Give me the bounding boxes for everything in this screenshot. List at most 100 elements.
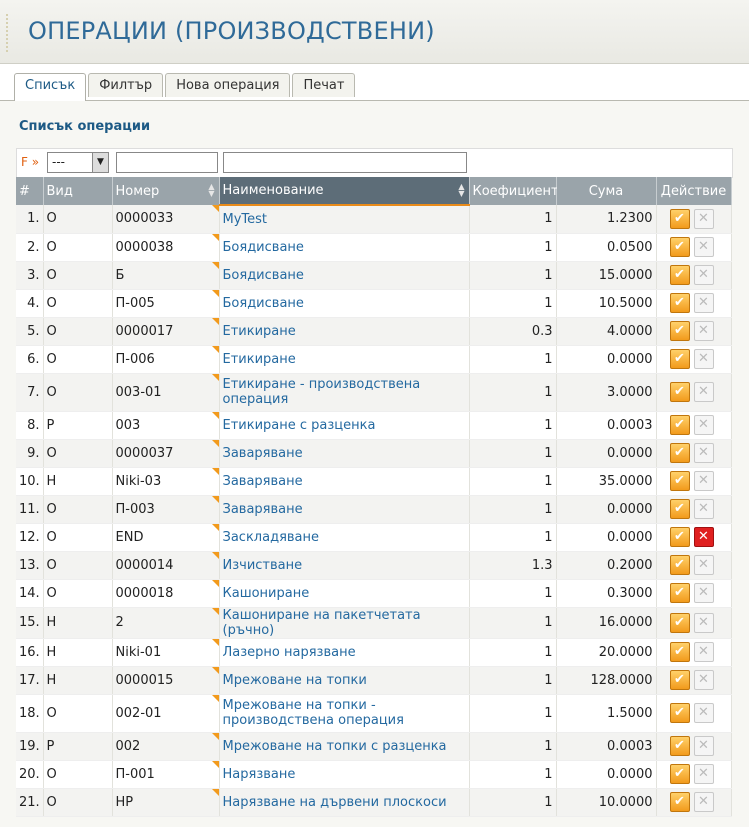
row-coef: 1 xyxy=(469,694,557,733)
operation-name-link[interactable]: Заскладяване xyxy=(223,530,320,545)
col-header-coef[interactable]: Коефициент xyxy=(469,177,559,205)
edit-check-icon[interactable]: ✔ xyxy=(669,642,690,662)
sort-arrows-icon[interactable]: ▲ ▼ xyxy=(458,183,464,198)
operation-name-link[interactable]: Кашониране xyxy=(223,586,310,601)
edit-check-icon[interactable]: ✔ xyxy=(669,293,690,313)
operation-name-link[interactable]: Боядисване xyxy=(223,268,304,283)
edit-check-icon[interactable]: ✔ xyxy=(669,555,690,575)
row-number: 003-01 xyxy=(112,373,220,412)
edit-check-icon[interactable]: ✔ xyxy=(669,764,690,784)
edit-check-icon[interactable]: ✔ xyxy=(669,499,690,519)
operation-name-link[interactable]: Лазерно нарязване xyxy=(223,645,356,660)
delete-x-icon[interactable]: ✕ xyxy=(693,499,714,519)
delete-x-icon[interactable]: ✕ xyxy=(693,415,714,435)
delete-x-icon[interactable]: ✕ xyxy=(693,293,714,313)
tab-print[interactable]: Печат xyxy=(292,73,356,97)
edit-check-icon[interactable]: ✔ xyxy=(669,415,690,435)
edit-check-icon[interactable]: ✔ xyxy=(669,471,690,491)
delete-x-icon[interactable]: ✕ xyxy=(693,792,714,812)
col-header-sum[interactable]: Сума xyxy=(556,177,657,205)
edit-check-icon[interactable]: ✔ xyxy=(669,237,690,257)
operation-name-link[interactable]: Етикиране xyxy=(223,324,296,339)
delete-x-icon[interactable]: ✕ xyxy=(693,642,714,662)
row-sum: 35.0000 xyxy=(556,467,657,496)
operation-name-link[interactable]: Заваряване xyxy=(223,446,303,461)
edit-check-icon[interactable]: ✔ xyxy=(669,792,690,812)
operation-name-link[interactable]: Нарязване xyxy=(223,767,296,782)
delete-x-icon[interactable]: ✕ xyxy=(693,471,714,491)
tab-list[interactable]: Списък xyxy=(14,73,87,101)
edit-check-icon[interactable]: ✔ xyxy=(669,382,690,402)
col-header-type[interactable]: Вид xyxy=(43,177,113,205)
operation-name-link[interactable]: Нарязване на дървени плоскоси xyxy=(223,795,447,810)
delete-x-icon[interactable]: ✕ xyxy=(693,265,714,285)
type-filter-select[interactable]: --- ▼ xyxy=(47,152,109,173)
row-index: 11. xyxy=(16,495,44,524)
operation-name-link[interactable]: Изчистване xyxy=(223,558,303,573)
tab-filter[interactable]: Филтър xyxy=(88,73,164,97)
operation-name-link[interactable]: Боядисване xyxy=(223,296,304,311)
row-type: Р xyxy=(43,732,113,761)
delete-x-icon[interactable]: ✕ xyxy=(693,703,714,723)
operation-name-link[interactable]: Мрежоване на топки - производствена опер… xyxy=(223,698,404,728)
table-row: 20. О П-001 Нарязване 1 0.0000 ✔ ✕ xyxy=(16,760,732,789)
table-row: 7. О 003-01 Етикиране - производствена опер… xyxy=(16,373,732,412)
row-index: 8. xyxy=(16,411,44,440)
row-name: Заскладяване xyxy=(219,523,470,552)
table-row: 16. Н Niki-01 Лазерно нарязване 1 20.0000 ✔ ✕ xyxy=(16,638,732,667)
row-index: 20. xyxy=(16,760,44,789)
delete-x-icon[interactable]: ✕ xyxy=(693,443,714,463)
operation-name-link[interactable]: Заваряване xyxy=(223,502,303,517)
delete-x-icon[interactable]: ✕ xyxy=(693,670,714,690)
edit-check-icon[interactable]: ✔ xyxy=(669,736,690,756)
operation-name-link[interactable]: Етикиране с разценка xyxy=(223,418,376,433)
operation-name-link[interactable]: Етикиране - производствена операция xyxy=(223,377,421,407)
delete-x-icon[interactable]: ✕ xyxy=(693,237,714,257)
col-header-name[interactable]: Наименование ▲ ▼ xyxy=(219,177,470,206)
operation-name-link[interactable]: Боядисване xyxy=(223,240,304,255)
row-sum: 0.0000 xyxy=(556,760,657,789)
edit-check-icon[interactable]: ✔ xyxy=(669,583,690,603)
operation-name-link[interactable]: MyTest xyxy=(223,212,268,227)
chevron-down-icon[interactable]: ▼ xyxy=(92,153,108,172)
delete-x-icon[interactable]: ✕ xyxy=(693,349,714,369)
edit-check-icon[interactable]: ✔ xyxy=(669,349,690,369)
delete-x-icon[interactable]: ✕ xyxy=(693,764,714,784)
operation-name-link[interactable]: Етикиране xyxy=(223,352,296,367)
operation-name-link[interactable]: Кашониране на пакетчетата (ръчно) xyxy=(223,608,421,638)
delete-x-icon[interactable]: ✕ xyxy=(693,321,714,341)
delete-x-icon[interactable]: ✕ xyxy=(693,382,714,402)
edit-check-icon[interactable]: ✔ xyxy=(669,321,690,341)
edit-check-icon[interactable]: ✔ xyxy=(669,612,690,633)
name-filter-input[interactable] xyxy=(223,152,467,173)
tab-new-operation[interactable]: Нова операция xyxy=(165,73,291,97)
row-sum: 0.0000 xyxy=(556,439,657,468)
delete-x-icon[interactable]: ✕ xyxy=(693,583,714,603)
edit-check-icon[interactable]: ✔ xyxy=(669,703,690,723)
row-number: 0000017 xyxy=(112,317,220,346)
row-name: Изчистване xyxy=(219,551,470,580)
operation-name-link[interactable]: Мрежоване на топки с разценка xyxy=(223,739,447,754)
delete-x-icon[interactable]: ✕ xyxy=(693,208,714,229)
delete-x-icon[interactable]: ✕ xyxy=(693,612,714,633)
edit-check-icon[interactable]: ✔ xyxy=(669,265,690,285)
delete-x-icon[interactable]: ✕ xyxy=(693,555,714,575)
operation-name-link[interactable]: Заваряване xyxy=(223,474,303,489)
delete-x-icon[interactable]: ✕ xyxy=(693,527,714,547)
col-header-number[interactable]: Номер ▲ ▼ xyxy=(112,177,220,205)
sort-arrows-icon[interactable]: ▲ ▼ xyxy=(208,183,214,198)
operation-name-link[interactable]: Мрежоване на топки xyxy=(223,673,367,688)
number-filter-input[interactable] xyxy=(116,152,218,173)
table-row: 6. О П-006 Етикиране 1 0.0000 ✔ ✕ xyxy=(16,345,732,374)
edit-check-icon[interactable]: ✔ xyxy=(669,208,690,229)
edit-check-icon[interactable]: ✔ xyxy=(669,443,690,463)
edit-check-icon[interactable]: ✔ xyxy=(669,670,690,690)
row-type: О xyxy=(43,345,113,374)
row-coef: 1 xyxy=(469,411,557,440)
row-number: П-005 xyxy=(112,289,220,318)
table-row: 1. О 0000033 MyTest 1 1.2300 ✔ ✕ xyxy=(16,205,732,234)
row-actions: ✔ ✕ xyxy=(656,732,732,761)
edit-check-icon[interactable]: ✔ xyxy=(669,527,690,547)
row-index: 5. xyxy=(16,317,44,346)
delete-x-icon[interactable]: ✕ xyxy=(693,736,714,756)
